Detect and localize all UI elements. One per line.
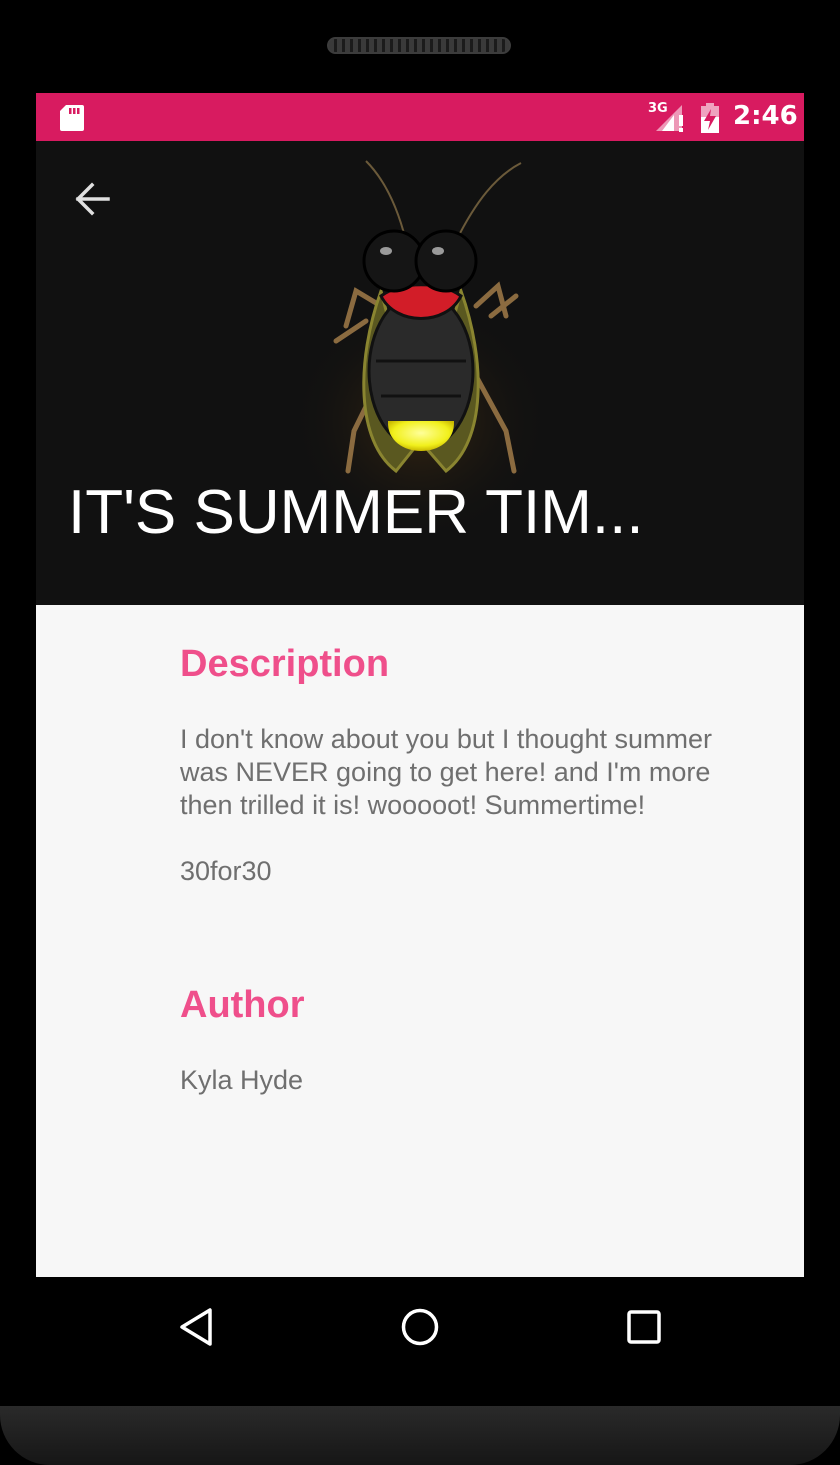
back-triangle-icon [180,1308,212,1346]
description-tag: 30for30 [180,856,272,886]
arrow-back-icon [75,182,110,216]
status-clock: 2:46 [733,101,798,131]
details-content: Description I don't know about you but I… [180,605,780,1097]
description-heading: Description [180,643,390,685]
home-circle-icon [401,1308,439,1346]
app-screen: 3G 2:46 IT'S SUMMER TIM... Description I… [36,93,804,1277]
earpiece-speaker [327,37,511,54]
nav-back-button[interactable] [156,1295,236,1359]
description-text: I don't know about you but I thought sum… [180,724,712,820]
nav-recents-button[interactable] [604,1295,684,1359]
back-button[interactable] [64,171,120,227]
page-title: IT'S SUMMER TIM... [68,478,644,547]
status-bar: 3G 2:46 [36,93,804,141]
battery-charging-icon [701,103,719,133]
header-image-banner: IT'S SUMMER TIM... [36,141,804,605]
signal-3g-icon: 3G [648,101,686,133]
device-bottom-bezel [0,1406,840,1465]
author-name: Kyla Hyde [180,1065,304,1095]
nav-home-button[interactable] [380,1295,460,1359]
recents-square-icon [627,1310,661,1344]
system-navigation-bar [36,1277,804,1377]
network-type-label: 3G [648,101,668,116]
phone-device: 3G 2:46 IT'S SUMMER TIM... Description I… [0,0,840,1465]
author-heading: Author [180,984,305,1026]
sd-card-icon [60,105,84,131]
